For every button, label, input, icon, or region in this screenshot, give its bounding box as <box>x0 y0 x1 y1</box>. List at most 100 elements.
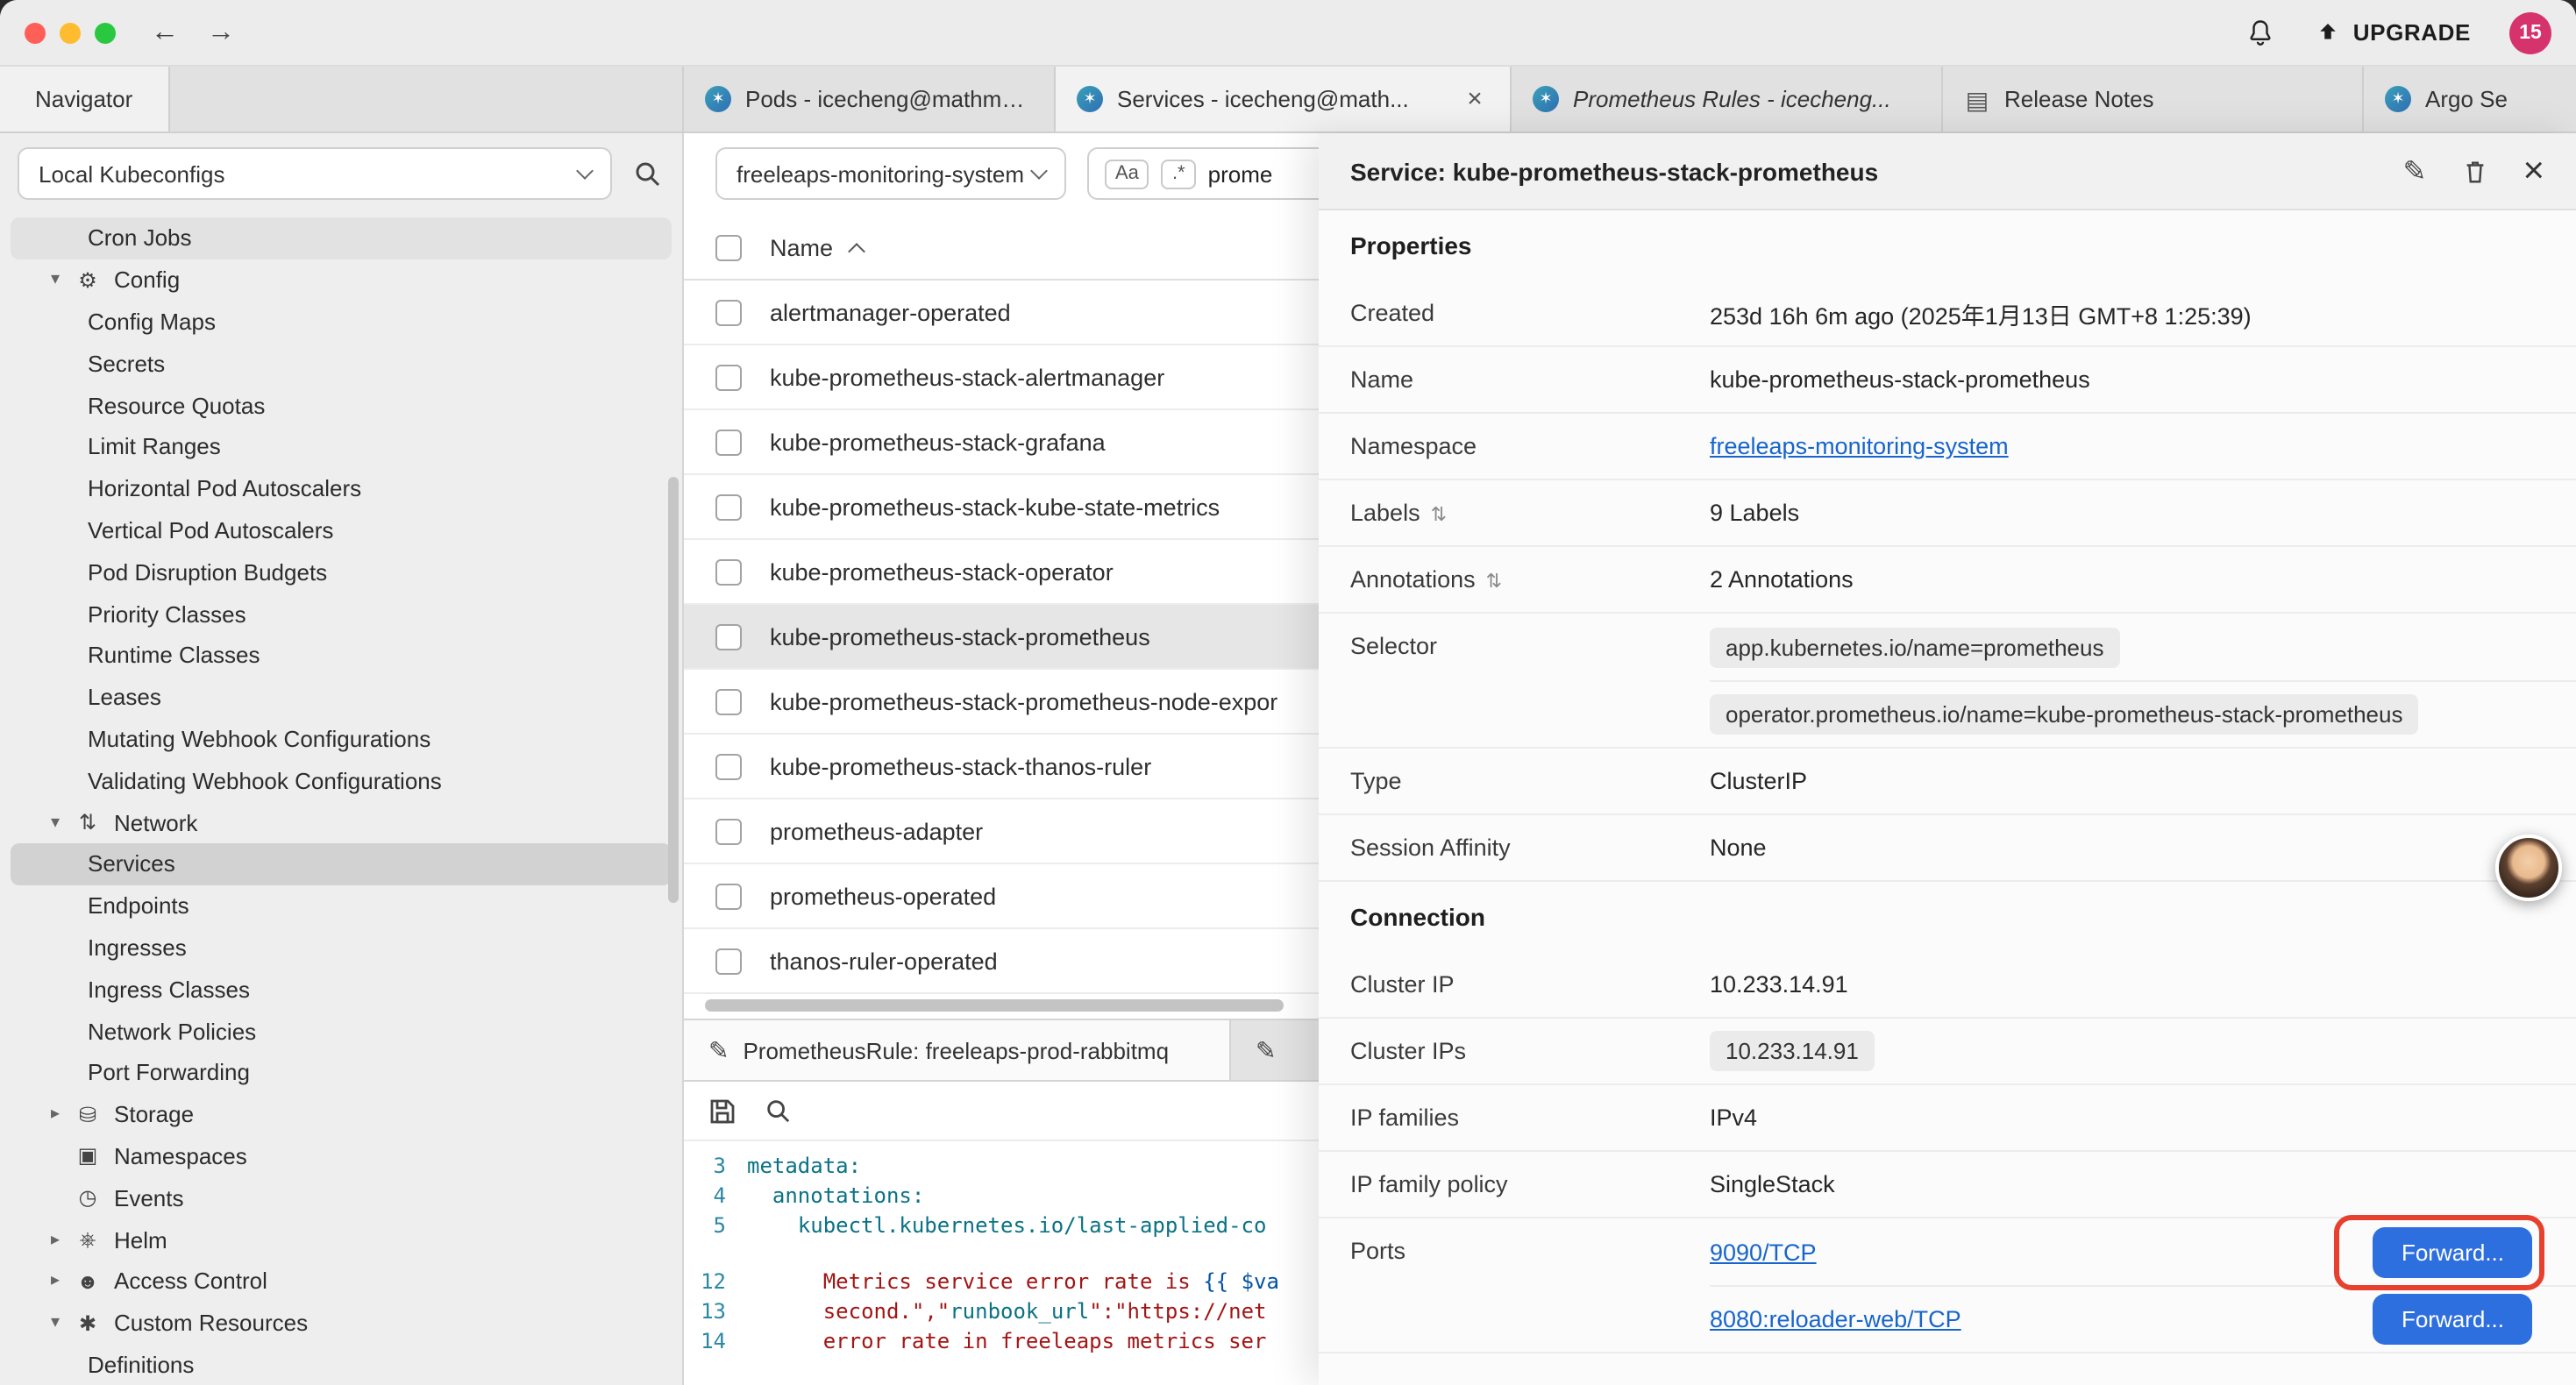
service-name: alertmanager-operated <box>770 299 1011 325</box>
sidebar-item[interactable]: Ingresses <box>11 927 672 969</box>
row-checkbox[interactable] <box>715 364 742 390</box>
window-zoom-button[interactable] <box>95 22 116 43</box>
tree-chevron-icon[interactable] <box>42 1104 68 1124</box>
sidebar-item[interactable]: Runtime Classes <box>11 635 672 677</box>
sidebar-item[interactable]: Network Policies <box>11 1010 672 1052</box>
detail-row-created: Created 253d 16h 6m ago (2025年1月13日 GMT+… <box>1319 281 2576 347</box>
selector-chip: operator.prometheus.io/name=kube-prometh… <box>1710 694 2419 735</box>
sidebar-item[interactable]: Priority Classes <box>11 593 672 635</box>
row-checkbox[interactable] <box>715 299 742 325</box>
sidebar-item[interactable]: Mutating Webhook Configurations <box>11 718 672 760</box>
row-checkbox[interactable] <box>715 623 742 650</box>
row-checkbox[interactable] <box>715 688 742 714</box>
tree-chevron-icon[interactable] <box>42 813 68 832</box>
sidebar-item[interactable]: Services <box>11 843 672 885</box>
row-checkbox[interactable] <box>715 818 742 844</box>
sidebar-item[interactable]: Events <box>11 1177 672 1219</box>
kubernetes-cluster-icon <box>1077 86 1103 112</box>
app-tab[interactable]: Services - icecheng@math... <box>1056 67 1512 131</box>
sidebar-item[interactable]: Ingress Classes <box>11 969 672 1011</box>
window-close-button[interactable] <box>25 22 46 43</box>
editor-search-icon[interactable] <box>765 1097 791 1124</box>
app-tab[interactable]: Release Notes <box>1943 67 2364 131</box>
namespace-select[interactable]: freeleaps-monitoring-system <box>715 147 1066 200</box>
kubeconfig-select[interactable]: Local Kubeconfigs <box>18 147 612 200</box>
sidebar-item[interactable]: Network <box>11 801 672 843</box>
tree-chevron-icon[interactable] <box>42 270 68 289</box>
horizontal-scrollbar-thumb[interactable] <box>705 999 1284 1012</box>
detail-value: 2 Annotations <box>1710 566 2544 593</box>
editor-tab-active[interactable]: PrometheusRule: freeleaps-prod-rabbitmq <box>684 1020 1231 1080</box>
detail-value: kube-prometheus-stack-prometheus <box>1710 366 2544 393</box>
close-icon[interactable] <box>2523 153 2544 189</box>
forward-button[interactable]: → <box>207 18 235 46</box>
sort-ascending-icon[interactable] <box>848 243 865 260</box>
expand-collapse-icon[interactable] <box>1486 566 1502 593</box>
sidebar-item[interactable]: Validating Webhook Configurations <box>11 760 672 802</box>
save-icon[interactable] <box>708 1097 737 1125</box>
sidebar-item[interactable]: Horizontal Pod Autoscalers <box>11 468 672 510</box>
sidebar-item[interactable]: Resource Quotas <box>11 384 672 426</box>
tab-label: Prometheus Rules - icecheng... <box>1573 86 1920 112</box>
navigator-tab[interactable]: Navigator <box>0 67 169 131</box>
sidebar-item[interactable]: Port Forwarding <box>11 1052 672 1094</box>
detail-label: IP families <box>1350 1104 1710 1131</box>
sidebar-item[interactable]: Vertical Pod Autoscalers <box>11 509 672 551</box>
sidebar-item[interactable]: Config Maps <box>11 301 672 343</box>
row-checkbox[interactable] <box>715 558 742 585</box>
port-row: 9090/TCP Forward... <box>1710 1218 2576 1285</box>
sidebar-item-label: Limit Ranges <box>88 434 221 460</box>
sidebar-search-icon[interactable] <box>633 160 661 188</box>
back-button[interactable]: ← <box>151 18 179 46</box>
name-column-header[interactable]: Name <box>770 235 833 261</box>
match-case-toggle[interactable]: Aa <box>1105 159 1149 188</box>
sidebar-item[interactable]: Limit Ranges <box>11 426 672 468</box>
sidebar-item[interactable]: Definitions <box>11 1344 672 1385</box>
sidebar-item[interactable]: Helm <box>11 1218 672 1261</box>
titlebar-actions: UPGRADE 15 <box>2245 11 2551 53</box>
row-checkbox[interactable] <box>715 494 742 520</box>
port-link[interactable]: 9090/TCP <box>1710 1239 1817 1265</box>
row-checkbox[interactable] <box>715 429 742 455</box>
window-minimize-button[interactable] <box>60 22 81 43</box>
tree-chevron-icon[interactable] <box>42 1230 68 1249</box>
sidebar-item[interactable]: Secrets <box>11 343 672 385</box>
row-checkbox[interactable] <box>715 948 742 974</box>
detail-label: Cluster IP <box>1350 971 1710 998</box>
delete-icon[interactable] <box>2461 157 2487 185</box>
expand-collapse-icon[interactable] <box>1431 500 1447 526</box>
tree-icon <box>72 1185 103 1210</box>
row-checkbox[interactable] <box>715 883 742 909</box>
port-link[interactable]: 8080:reloader-web/TCP <box>1710 1306 1961 1332</box>
upgrade-button[interactable]: UPGRADE <box>2315 19 2471 46</box>
sidebar-scrollbar[interactable] <box>668 477 679 903</box>
notification-badge[interactable]: 15 <box>2509 11 2551 53</box>
app-tab[interactable]: Argo Se <box>2364 67 2576 131</box>
tab-close-icon[interactable] <box>1461 85 1489 113</box>
sidebar-item[interactable]: Custom Resources <box>11 1302 672 1344</box>
namespace-link[interactable]: freeleaps-monitoring-system <box>1710 433 2009 459</box>
sidebar-item[interactable]: Leases <box>11 677 672 719</box>
sidebar-item[interactable]: Config <box>11 259 672 302</box>
notifications-bell-icon[interactable] <box>2245 17 2276 48</box>
regex-toggle[interactable]: .* <box>1162 159 1196 188</box>
edit-icon[interactable] <box>2403 153 2427 188</box>
sidebar-item[interactable]: Access Control <box>11 1261 672 1303</box>
row-checkbox[interactable] <box>715 753 742 779</box>
detail-row-namespace: Namespace freeleaps-monitoring-system <box>1319 414 2576 480</box>
webcam-avatar[interactable] <box>2495 835 2562 901</box>
tree-icon <box>72 810 103 835</box>
sidebar-item-label: Network <box>114 809 197 835</box>
forward-port-button[interactable]: Forward... <box>2373 1294 2532 1345</box>
tree-chevron-icon[interactable] <box>42 1313 68 1332</box>
app-tab[interactable]: Pods - icecheng@mathmas... <box>684 67 1056 131</box>
sidebar-item[interactable]: Cron Jobs <box>11 217 672 259</box>
app-tab[interactable]: Prometheus Rules - icecheng... <box>1512 67 1943 131</box>
forward-port-button[interactable]: Forward... <box>2373 1226 2532 1277</box>
sidebar-item[interactable]: Endpoints <box>11 885 672 927</box>
sidebar-item[interactable]: Pod Disruption Budgets <box>11 551 672 593</box>
sidebar-item[interactable]: Storage <box>11 1093 672 1135</box>
tree-chevron-icon[interactable] <box>42 1272 68 1291</box>
sidebar-item[interactable]: Namespaces <box>11 1135 672 1177</box>
select-all-checkbox[interactable] <box>715 235 742 261</box>
